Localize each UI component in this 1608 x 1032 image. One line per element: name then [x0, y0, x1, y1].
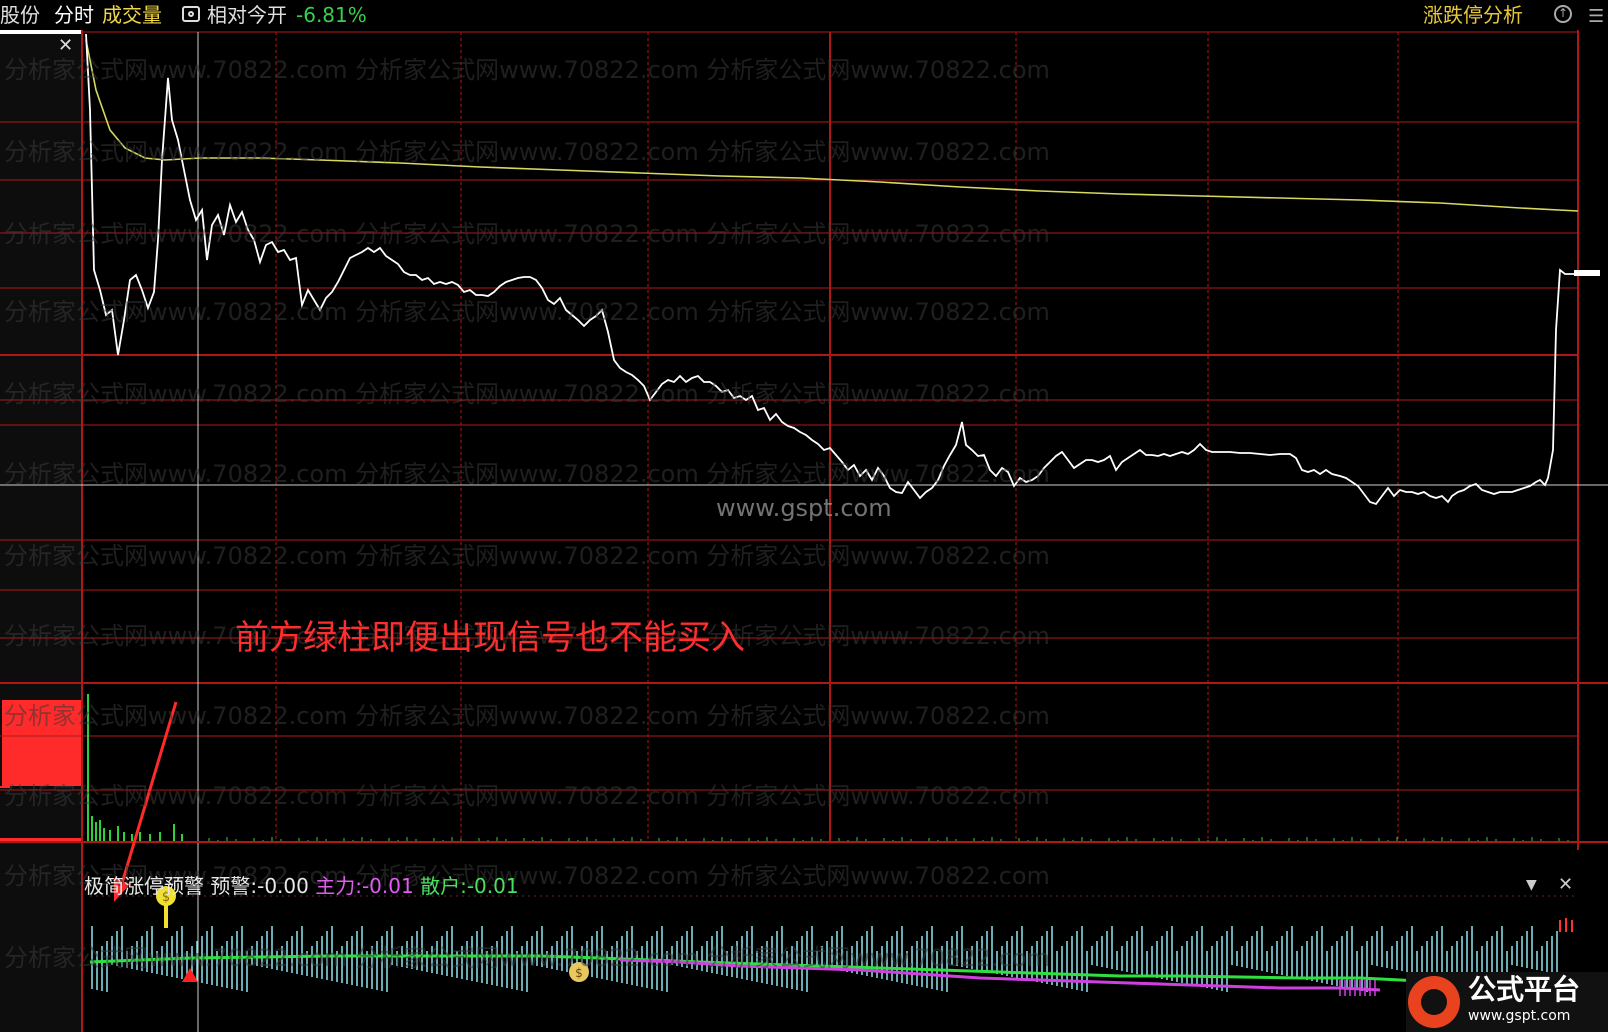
watermark-row: 分析家公式网www.70822.com 分析家公式网www.70822.com … — [4, 380, 1050, 408]
alert-label: 预警: — [210, 874, 258, 898]
active-tab-underline — [0, 30, 82, 34]
alert-value: -0.00 — [257, 874, 309, 898]
center-watermark: www.gspt.com — [716, 494, 892, 522]
indicator-header: 极简涨停预警 预警:-0.00 主力:-0.01 散户:-0.01 — [84, 874, 519, 898]
tab-volume[interactable]: 成交量 — [102, 2, 162, 28]
annotation-text: 前方绿柱即便出现信号也不能买入 — [235, 618, 745, 658]
logo-url: www.gspt.com — [1468, 1008, 1571, 1024]
price-cursor-marker — [1574, 270, 1600, 276]
watermark-row: 分析家公式网www.70822.com 分析家公式网www.70822.com … — [4, 944, 1050, 972]
watermark-row: 分析家公式网www.70822.com 分析家公式网www.70822.com … — [4, 542, 1050, 570]
limit-analysis-button[interactable]: 涨跌停分析 — [1423, 2, 1523, 28]
close-icon[interactable]: ✕ — [58, 37, 73, 55]
indicator-close-icon[interactable]: ✕ — [1558, 874, 1573, 895]
main-force-label: 主力: — [315, 874, 362, 898]
logo-mark-icon — [1408, 976, 1460, 1028]
watermark-row: 分析家公式网www.70822.com 分析家公式网www.70822.com … — [4, 138, 1050, 166]
main-force-value: -0.01 — [361, 874, 414, 898]
watermark-row: 分析家公式网www.70822.com 分析家公式网www.70822.com … — [4, 298, 1050, 326]
logo-name: 公式平台 — [1468, 973, 1581, 1006]
indicator-name[interactable]: 极简涨停预警 — [84, 874, 204, 898]
camera-icon[interactable] — [182, 6, 200, 22]
right-red-ticks — [1559, 918, 1573, 932]
retail-value: -0.01 — [466, 874, 519, 898]
relative-open-label: 相对今开 — [207, 3, 287, 27]
watermark-row: 分析家公式网www.70822.com 分析家公式网www.70822.com … — [4, 220, 1050, 248]
menu-icon[interactable]: ☰ — [1588, 4, 1604, 30]
watermark-row: 分析家公式网www.70822.com 分析家公式网www.70822.com … — [4, 56, 1050, 84]
watermark-row: 分析家公式网www.70822.com 分析家公式网www.70822.com … — [4, 782, 1050, 810]
watermark-row: 分析家公式网www.70822.com 分析家公式网www.70822.com … — [4, 460, 1050, 488]
watermark-row: 分析家公式网www.70822.com 分析家公式网www.70822.com … — [4, 702, 1050, 730]
tab-fenshi[interactable]: 分时 — [54, 2, 94, 28]
price-line — [85, 33, 1578, 506]
relative-open-value: -6.81% — [296, 3, 367, 27]
retail-label: 散户: — [420, 874, 467, 898]
gspt-logo: 公式平台 www.gspt.com — [1406, 972, 1608, 1032]
top-toolbar: 股份 分时 成交量 相对今开 -6.81% 涨跌停分析 ↑ ☰ — [0, 0, 1608, 30]
stock-name-fragment[interactable]: 股份 — [0, 2, 40, 28]
expand-icon[interactable]: ↑ — [1554, 5, 1572, 23]
chevron-down-icon[interactable]: ▼ — [1526, 877, 1537, 893]
